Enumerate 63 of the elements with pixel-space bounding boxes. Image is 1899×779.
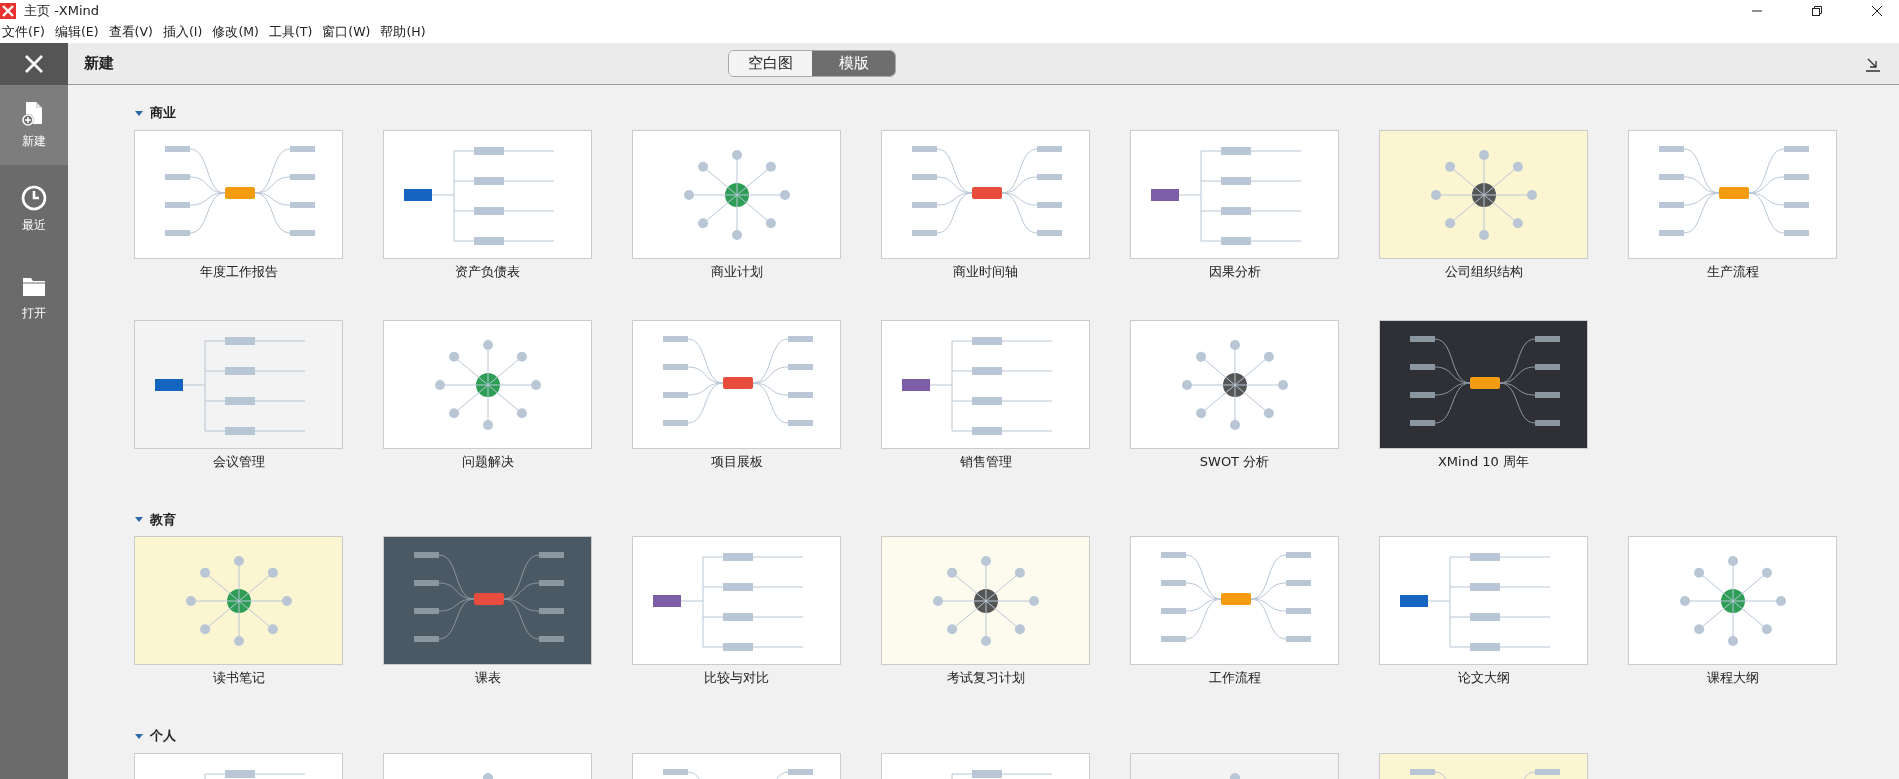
menu-item[interactable]: 窗口(W) (320, 21, 379, 43)
close-icon (24, 54, 44, 74)
menu-item[interactable]: 编辑(E) (52, 21, 107, 43)
template-name: 课表 (474, 670, 501, 685)
template-thumbnail[interactable] (1628, 129, 1837, 259)
template-thumbnail[interactable] (881, 129, 1090, 259)
close-button[interactable] (0, 43, 68, 85)
template-name: 问题解决 (461, 453, 514, 469)
menu-item[interactable]: 修改(M) (210, 21, 267, 43)
section-title: 商业 (150, 104, 176, 122)
template-name: XMind 10 周年 (1437, 453, 1529, 469)
template-thumbnail[interactable] (1379, 129, 1588, 259)
template-name: 资产负债表 (455, 263, 520, 279)
template-thumbnail[interactable] (881, 536, 1090, 665)
template-name: 论文大纲 (1457, 670, 1510, 685)
template-thumbnail[interactable] (134, 319, 343, 449)
template-thumbnail[interactable] (1130, 536, 1339, 665)
template-thumbnail[interactable] (134, 536, 343, 665)
page-title: 新建 (84, 53, 114, 75)
template-thumbnail[interactable] (1130, 319, 1339, 449)
template-name: 年度工作报告 (199, 263, 278, 279)
template-thumbnail[interactable] (881, 319, 1090, 449)
clock-icon (20, 184, 48, 212)
sidebar-item[interactable]: 打开 (0, 253, 68, 341)
template-thumbnail[interactable] (1379, 319, 1588, 449)
menu-item[interactable]: 查看(V) (106, 21, 161, 43)
template-thumbnail[interactable] (1628, 536, 1837, 665)
template-name: 因果分析 (1208, 263, 1261, 279)
template-name: 考试复习计划 (946, 670, 1025, 685)
section-title: 个人 (150, 727, 176, 745)
template-name: 比较与对比 (704, 670, 769, 685)
template-thumbnail[interactable] (134, 129, 343, 259)
template-thumbnail[interactable] (383, 536, 592, 665)
template-thumbnail[interactable] (632, 536, 841, 665)
section-title: 教育 (150, 510, 176, 529)
template-thumbnail[interactable] (383, 129, 592, 259)
template-thumbnail[interactable] (383, 319, 592, 449)
toggle-tab[interactable]: 模版 (812, 51, 895, 76)
template-name: 项目展板 (710, 453, 763, 469)
sidebar-item[interactable]: 新建 (0, 85, 68, 165)
template-thumbnail[interactable] (632, 129, 841, 259)
template-name: 读书笔记 (212, 670, 265, 685)
restore-icon[interactable] (1811, 4, 1823, 17)
template-name: 生产流程 (1706, 263, 1759, 279)
sidebar-item[interactable]: 最近 (0, 165, 68, 253)
template-name: SWOT 分析 (1199, 453, 1270, 469)
template-name: 公司组织结构 (1444, 263, 1523, 279)
template-name: 课程大纲 (1706, 670, 1759, 685)
template-name: 商业时间轴 (953, 263, 1018, 279)
template-name: 商业计划 (710, 263, 763, 279)
toggle-tab[interactable]: 空白图 (729, 51, 812, 76)
template-name: 工作流程 (1208, 670, 1261, 685)
template-thumbnail[interactable] (1379, 536, 1588, 665)
menu-item[interactable]: 工具(T) (266, 21, 321, 43)
menu-item[interactable]: 文件(F) (0, 21, 53, 43)
menu-item[interactable]: 帮助(H) (378, 21, 434, 43)
menu-item[interactable]: 插入(I) (160, 21, 211, 43)
template-thumbnail[interactable] (632, 319, 841, 449)
template-name: 销售管理 (959, 453, 1012, 469)
template-name: 会议管理 (212, 453, 265, 469)
template-thumbnail[interactable] (1130, 129, 1339, 259)
close-icon[interactable] (1871, 4, 1883, 17)
window-title: 主页 -XMind (24, 1, 100, 20)
